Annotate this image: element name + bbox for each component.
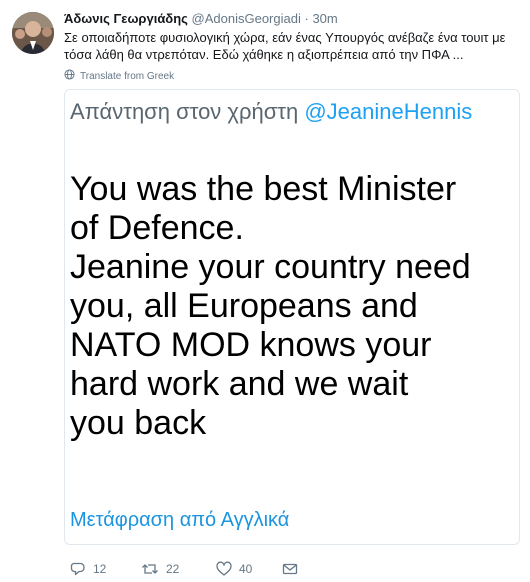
separator-dot: · [304,11,309,26]
like-button[interactable]: 40 [216,559,252,579]
direct-message-icon [282,561,298,577]
quoted-line: hard work and we wait [70,365,409,403]
quoted-reply-text: You was the best Minister of Defence. Je… [70,170,518,443]
action-bar: 12 22 40 [64,559,520,579]
reply-count: 12 [93,562,107,576]
avatar[interactable] [12,12,54,54]
tweet-header: Άδωνις Γεωργιάδης @AdonisGeorgiadi · 30m [64,11,338,26]
display-name[interactable]: Άδωνις Γεωργιάδης [64,11,188,26]
translate-label: Translate from Greek [80,70,175,82]
globe-icon [64,69,75,83]
reply-button[interactable]: 12 [70,559,106,579]
retweet-button[interactable]: 22 [141,559,179,579]
timestamp[interactable]: 30m [312,11,337,26]
like-count: 40 [239,562,253,576]
image-translate-link: Μετάφραση από Αγγλικά [70,509,290,531]
quoted-line: of Defence. [70,209,244,247]
like-icon [216,561,232,577]
quoted-line: You was the best Minister [70,170,457,208]
quoted-line: NATO MOD knows your [70,326,432,364]
user-handle[interactable]: @AdonisGeorgiadi [192,11,301,26]
quoted-line: you back [70,404,207,442]
retweet-count: 22 [166,562,180,576]
quoted-line: you, all Europeans and [70,287,418,325]
retweet-icon [141,561,159,577]
quoted-line: Jeanine your country need [70,248,471,286]
tweet: Άδωνις Γεωργιάδης @AdonisGeorgiadi · 30m… [0,0,530,582]
tweet-text: Σε οποιαδήποτε φυσιολογική χώρα, εάν ένα… [64,30,506,62]
reply-prefix: Απάντηση στον χρήστη [70,99,299,124]
reply-context: Απάντηση στον χρήστη @JeanineHennis [70,96,472,128]
reply-icon [70,561,86,577]
translate-tweet[interactable]: Translate from Greek [64,69,174,83]
reply-mention: @JeanineHennis [304,99,473,124]
direct-message-button[interactable] [282,559,298,579]
attached-image[interactable]: Απάντηση στον χρήστη @JeanineHennis You … [64,89,520,545]
